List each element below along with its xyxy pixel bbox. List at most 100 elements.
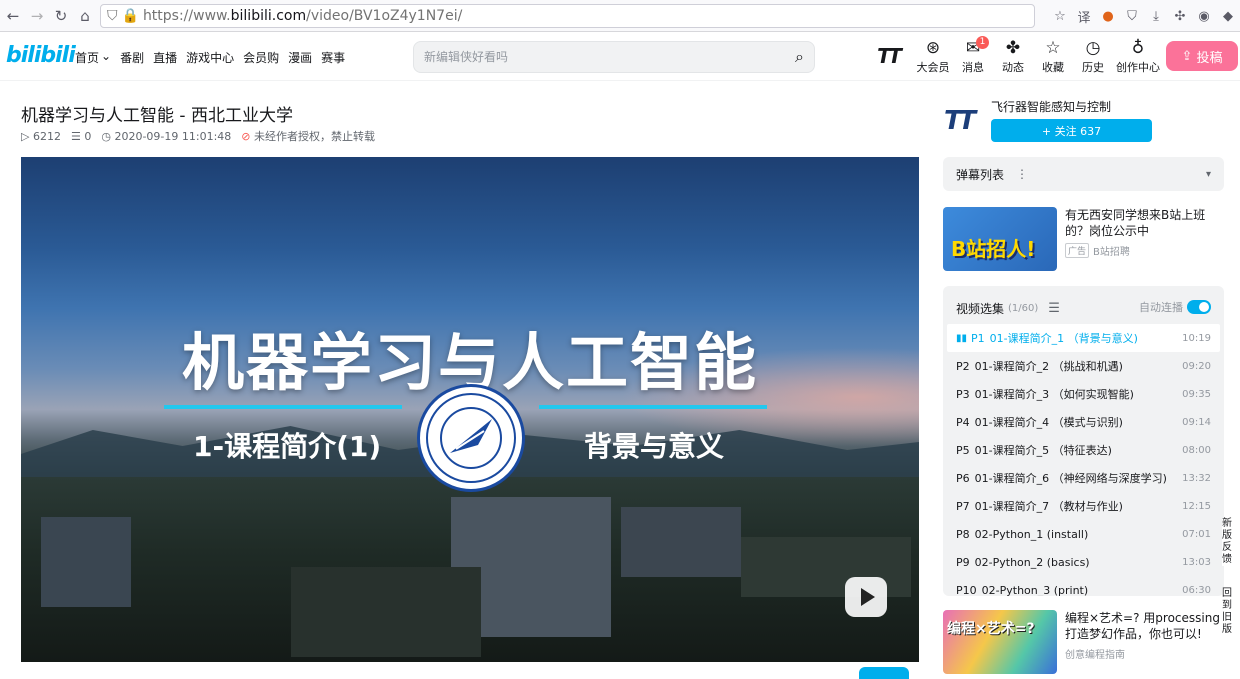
list-icon[interactable]: ☰ [1048,301,1060,316]
episode-label: 01-课程简介_4 （模式与识别) [974,416,1123,429]
nav-game-center[interactable]: 游戏中心 [186,49,234,66]
autoplay-control: 自动连播 [1139,299,1211,315]
ad-card[interactable]: B站招人! 有无西安同学想来B站上班的？岗位公示中 广告 B站招聘 [943,207,1224,271]
ad-meta: 广告 B站招聘 [1065,243,1130,258]
addon-icon[interactable]: ◉ [1192,5,1216,27]
forward-icon[interactable]: → [26,5,48,27]
cover-bar-right [539,405,767,409]
extensions-puzzle-icon[interactable]: ✣ [1168,5,1192,27]
uploader-avatar[interactable]: TT [944,106,982,136]
search-input[interactable] [424,50,796,64]
old-version-button[interactable]: 回到旧版 [1222,588,1240,636]
back-icon[interactable]: ← [2,5,24,27]
episode-item[interactable]: P6 01-课程简介_6 （神经网络与深度学习) 13:32 [947,464,1220,492]
header-creator-center[interactable]: ♁ 创作中心 [1113,37,1163,75]
ad-source[interactable]: B站招聘 [1093,243,1130,258]
episode-item[interactable]: P9 02-Python_2 (basics) 13:03 [947,548,1220,576]
episode-duration: 07:01 [1182,528,1211,540]
episode-label: 01-课程简介_3 （如何实现智能) [974,388,1134,401]
building [291,567,481,657]
dynamic-icon: ✤ [1005,38,1021,58]
building [621,507,741,577]
play-count-icon: ▷ [21,129,30,143]
recommend-title[interactable]: 编程×艺术=? 用processing打造梦幻作品，你也可以! [1065,610,1224,642]
episode-label: 01-课程简介_5 （特征表达) [974,444,1112,457]
episode-item[interactable]: P2 01-课程简介_2 （挑战和机遇) 09:20 [947,352,1220,380]
header-history[interactable]: ◷ 历史 [1073,37,1113,75]
nav-mall[interactable]: 会员购 [243,49,279,66]
rights-text: 未经作者授权，禁止转载 [254,130,375,143]
episode-name: P8 02-Python_1 (install) [956,528,1182,541]
recommend-thumbnail[interactable]: 编程×艺术=? [943,610,1057,674]
episode-number: P10 [956,583,977,597]
download-icon[interactable]: ⤓ [1144,5,1168,27]
side-tools: 新版反馈 回到旧版 [1222,518,1240,658]
search-icon[interactable]: ⌕ [795,47,804,67]
episode-label: 02-Python_2 (basics) [974,555,1090,569]
recommend-source[interactable]: 创意编程指南 [1065,646,1125,661]
recommend-card[interactable]: 编程×艺术=? 编程×艺术=? 用processing打造梦幻作品，你也可以! … [943,610,1224,674]
site-header: bilibili 首页⌄ 番剧 直播 游戏中心 会员购 漫画 赛事 ⌕ TT ⊛… [0,33,1240,81]
episode-duration: 12:15 [1182,500,1211,512]
main-nav: 首页 ⌄ 番剧 直播 游戏中心 会员购 漫画 赛事 [75,49,345,66]
chevron-down-icon[interactable]: ⌄ [101,49,111,66]
vip-icon: ⊛ [925,38,941,58]
episode-item[interactable]: P4 01-课程简介_4 （模式与识别) 09:14 [947,408,1220,436]
browser-toolbar: ← → ↻ ⌂ ⛉ 🔒 https://www. bilibili.com/vid… [0,0,1240,32]
video-player[interactable]: 机器学习与人工智能 1-课程简介(1) 背景与意义 [21,157,919,662]
episode-item[interactable]: P3 01-课程简介_3 （如何实现智能) 09:35 [947,380,1220,408]
header-message[interactable]: ✉ 1 消息 [953,36,993,75]
feedback-button[interactable]: 新版反馈 [1222,518,1240,566]
reload-icon[interactable]: ↻ [50,5,72,27]
episode-name: P9 02-Python_2 (basics) [956,556,1182,569]
episode-item[interactable]: ▮▮ P1 01-课程简介_1 （背景与意义) 10:19 [947,324,1220,352]
episode-item[interactable]: P7 01-课程简介_7 （教材与作业) 12:15 [947,492,1220,520]
danmaku-list-header[interactable]: 弹幕列表 ⋮ ▾ [943,157,1224,191]
video-title: 机器学习与人工智能 - 西北工业大学 [21,106,293,126]
nav-manga[interactable]: 漫画 [288,49,312,66]
user-avatar[interactable]: TT [873,37,903,75]
nav-home[interactable]: 首页 [75,49,99,66]
address-bar[interactable]: ⛉ 🔒 https://www. bilibili.com/video/BV1oZ… [100,4,1035,28]
upload-icon: ⇪ [1181,48,1193,64]
header-dynamic[interactable]: ✤ 动态 [993,37,1033,75]
episode-item[interactable]: P5 01-课程简介_5 （特征表达) 08:00 [947,436,1220,464]
episode-number: P1 [971,332,985,345]
upload-button[interactable]: ⇪ 投稿 [1166,41,1238,71]
send-danmaku-button[interactable] [859,667,909,679]
ad-thumbnail[interactable]: B站招人! [943,207,1057,271]
chevron-down-icon[interactable]: ▾ [1206,169,1211,180]
autoplay-toggle[interactable] [1187,300,1211,314]
bilibili-logo[interactable]: bilibili [6,43,76,68]
more-icon[interactable]: ⋮ [1016,167,1028,181]
publish-date: ◷ 2020-09-19 11:01:48 [101,130,231,143]
url-prefix: https://www. [142,8,231,24]
shield-icon[interactable]: ⛉ [107,8,118,24]
episode-item[interactable]: P8 02-Python_1 (install) 07:01 [947,520,1220,548]
header-vip[interactable]: ⊛ 大会员 [913,37,953,75]
building [41,517,131,607]
nav-esports[interactable]: 赛事 [321,49,345,66]
episode-label: 01-课程简介_1 （背景与意义) [989,332,1138,345]
cover-subtitle-right: 背景与意义 [584,430,725,463]
recommend-thumb-text: 编程×艺术=? [947,621,1035,637]
pocket-icon[interactable]: ⛉ [1120,5,1144,27]
cover-bar-left [164,405,402,409]
header-favorites[interactable]: ☆ 收藏 [1033,37,1073,75]
bookmark-star-icon[interactable]: ☆ [1048,5,1072,27]
translate-extension-icon[interactable]: 译 [1072,5,1096,27]
header-dynamic-label: 动态 [1002,61,1024,74]
clock-icon: ◷ [1085,38,1101,58]
episode-number: P3 [956,388,970,401]
episode-item[interactable]: P10 02-Python_3 (print) 06:30 [947,576,1220,597]
follow-button[interactable]: + 关注 637 [991,119,1152,142]
extension-icon[interactable]: ● [1096,5,1120,27]
home-icon[interactable]: ⌂ [74,5,96,27]
nav-live[interactable]: 直播 [153,49,177,66]
play-button[interactable] [845,577,887,617]
uploader-name[interactable]: 飞行器智能感知与控制 [991,98,1111,115]
ad-title[interactable]: 有无西安同学想来B站上班的？岗位公示中 [1065,207,1224,239]
danmaku-bar [21,664,919,679]
profile-icon[interactable]: ◆ [1216,5,1240,27]
nav-anime[interactable]: 番剧 [120,49,144,66]
